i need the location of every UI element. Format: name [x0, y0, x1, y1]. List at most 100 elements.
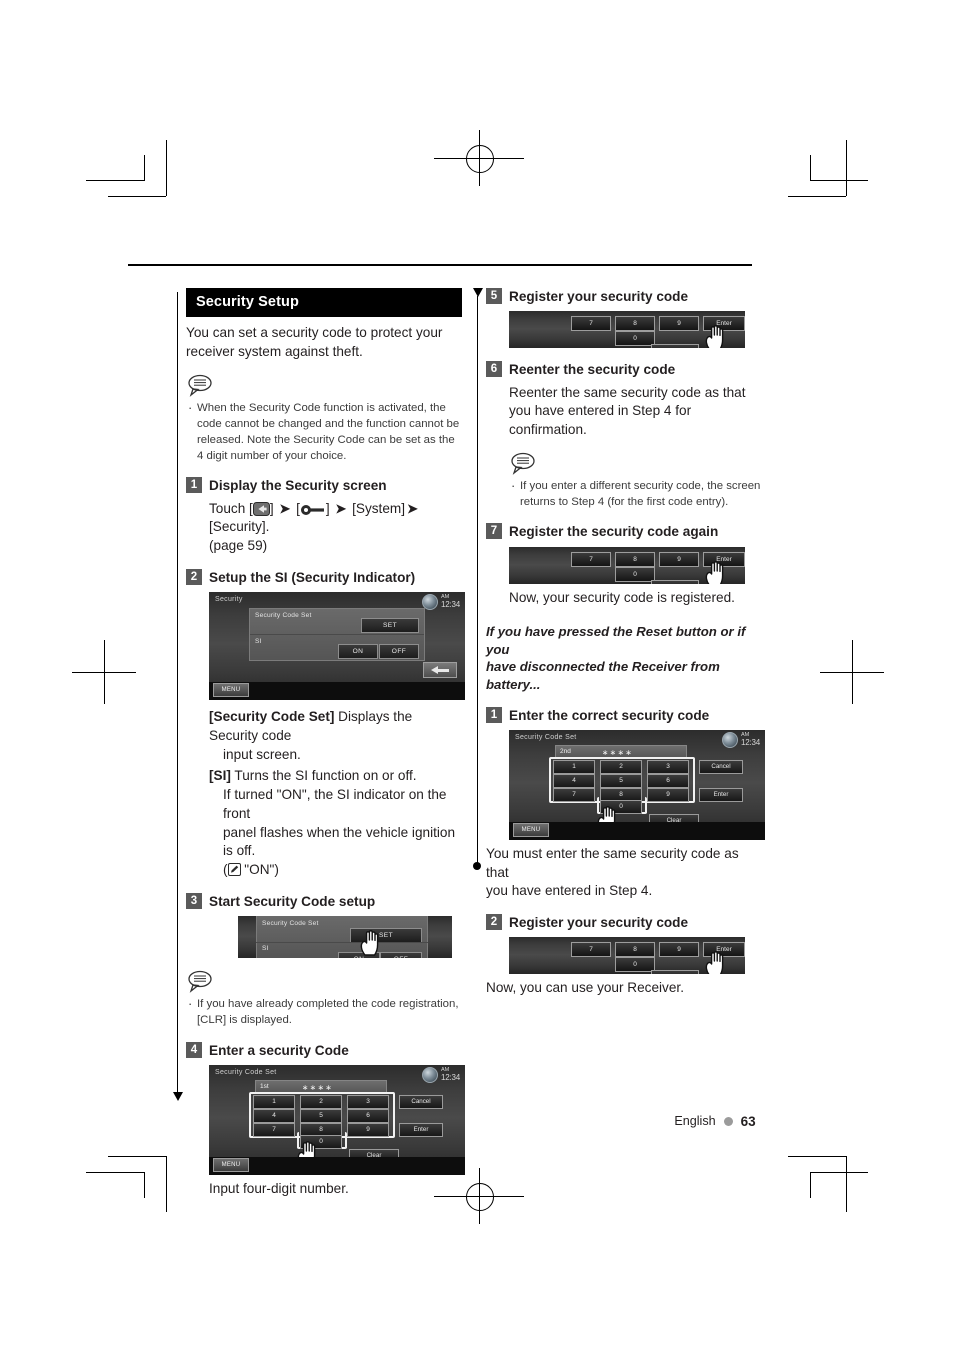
paren-close: "ON") [240, 862, 279, 878]
left-column: Security Setup You can set a security co… [186, 288, 465, 1199]
note-list: When the Security Code function is activ… [186, 399, 462, 465]
footer-dot-icon [723, 1116, 733, 1126]
default-pencil-icon [227, 863, 241, 877]
note-block-step6: If you enter a different security code, … [509, 451, 762, 510]
back-arrow-icon [252, 501, 270, 516]
note-block-step3: If you have already completed the code r… [186, 969, 462, 1028]
si-off-button[interactable]: OFF [379, 644, 419, 660]
keypad-key[interactable]: 8 [615, 551, 655, 567]
left-column-flow-arrow [173, 1092, 183, 1101]
hand-pointer-icon [358, 928, 384, 956]
keypad-key[interactable]: 4 [553, 773, 595, 788]
keypad-key-zero[interactable]: 0 [615, 331, 655, 347]
page-title: Security Setup [186, 288, 462, 317]
step-7-caption: Now, your security code is registered. [509, 589, 735, 605]
screen-clock: AM 12:34 [421, 1066, 460, 1083]
clear-button-partial[interactable] [651, 970, 699, 975]
page-reference: (page 59) [209, 538, 268, 554]
step-number-badge: 6 [486, 361, 502, 378]
right-column-flow-arrow [473, 288, 483, 297]
return-arrow-icon[interactable] [423, 662, 457, 679]
entry-order-label: 2nd [560, 747, 571, 755]
reset-block-heading: If you have pressed the Reset button or … [486, 623, 762, 693]
note-item: When the Security Code function is activ… [186, 399, 462, 465]
note-bubble-icon [186, 969, 216, 994]
keypad-key[interactable]: 3 [347, 1094, 389, 1109]
row-label: Security Code Set [255, 612, 312, 620]
note-bubble-icon [186, 373, 216, 397]
reset-heading-line-1: If you have pressed the Reset button or … [486, 624, 746, 657]
menu-button[interactable]: MENU [513, 822, 549, 837]
step-2-heading: 2 Setup the SI (Security Indicator) [186, 568, 462, 586]
keypad-key[interactable]: 9 [647, 787, 689, 802]
keypad-key[interactable]: 8 [615, 316, 655, 332]
step-title: Register your security code [509, 915, 689, 931]
keypad-key[interactable]: 6 [647, 773, 689, 788]
enter-strip-screenshot-reset: 7 8 9 0 Enter [509, 937, 745, 975]
entry-masked-value: ∗∗∗∗ [602, 747, 634, 757]
enter-strip-screenshot-5: 7 8 9 0 Enter [509, 311, 745, 349]
keypad-key[interactable]: 9 [659, 942, 699, 958]
step-number-badge: 5 [486, 288, 502, 304]
keypad-key[interactable]: 2 [300, 1094, 342, 1109]
keypad-key[interactable]: 1 [553, 759, 595, 774]
screen-clock: AM 12:34 [421, 594, 460, 611]
step-4-caption: Input four-digit number. [209, 1180, 349, 1196]
keypad-key[interactable]: 7 [553, 787, 595, 802]
si-off-button[interactable]: OFF [380, 952, 422, 959]
step-5-heading: 5 Register your security code [486, 288, 762, 305]
step-number-badge: 1 [486, 706, 502, 723]
security-code-set-row: Security Code Set SET [250, 609, 424, 636]
step-title: Enter the correct security code [509, 707, 710, 723]
step-title: Reenter the security code [509, 362, 676, 378]
step-6-heading: 6 Reenter the security code [486, 361, 762, 378]
step-3-heading: 3 Start Security Code setup [186, 892, 462, 910]
menu-button[interactable]: MENU [213, 683, 249, 698]
si-on-button[interactable]: ON [338, 644, 378, 660]
globe-icon [421, 1066, 438, 1083]
keypad-key-zero[interactable]: 0 [615, 566, 655, 582]
caption-line-2: you have entered in Step 4. [486, 883, 653, 899]
keypad-key[interactable]: 1 [253, 1094, 295, 1109]
step-6-body: Reenter the same security code as that y… [509, 384, 746, 438]
definition-security-code-set: [Security Code Set] Displays the Securit… [209, 708, 462, 764]
keypad-key[interactable]: 7 [571, 551, 611, 567]
keypad-key[interactable]: 3 [647, 759, 689, 774]
keypad-key[interactable]: 7 [571, 316, 611, 332]
set-button[interactable]: SET [361, 618, 419, 634]
step-title: Setup the SI (Security Indicator) [209, 569, 416, 585]
step-1-heading: 1 Display the Security screen [186, 477, 462, 494]
touch-system-label: [System] [352, 500, 405, 516]
definition-desc: Turns the SI function on or off. [230, 768, 417, 784]
clear-button-partial[interactable] [651, 579, 699, 584]
keypad-key[interactable]: 5 [600, 773, 642, 788]
cancel-button[interactable]: Cancel [699, 759, 743, 774]
keypad-key-zero[interactable]: 0 [615, 957, 655, 973]
touch-prefix-text: Touch [ [209, 500, 253, 516]
note-block-intro: When the Security Code function is activ… [186, 373, 462, 465]
menu-button[interactable]: MENU [213, 1157, 249, 1172]
setup-wrench-icon [300, 503, 326, 515]
screen-title: Security Code Set [515, 733, 577, 741]
reset-heading-line-2: have disconnected the Receiver from batt… [486, 659, 720, 692]
caption-line-1: You must enter the same security code as… [486, 845, 739, 880]
enter-strip-screenshot-7: 7 8 9 0 Enter [509, 546, 745, 584]
keypad-key[interactable]: 9 [659, 551, 699, 567]
screen-clock: AM 12:34 [721, 731, 760, 748]
keypad-key[interactable]: 2 [600, 759, 642, 774]
hand-pointer-icon [703, 949, 729, 975]
step-number-badge: 2 [186, 568, 202, 585]
definition-desc-2: If turned "ON", the SI indicator on the … [223, 787, 447, 821]
definition-term: [SI] [209, 768, 231, 784]
clear-button-partial[interactable] [651, 344, 699, 349]
keypad-key[interactable]: 7 [571, 942, 611, 958]
cancel-button[interactable]: Cancel [399, 1094, 443, 1109]
step-title: Start Security Code setup [209, 893, 376, 909]
step-7-heading: 7 Register the security code again [486, 523, 762, 540]
footer-language: English [674, 1114, 716, 1128]
keypad-key[interactable]: 9 [659, 316, 699, 332]
keypad-key[interactable]: 8 [615, 942, 655, 958]
step-title: Register your security code [509, 289, 689, 304]
enter-button[interactable]: Enter [699, 787, 743, 802]
security-screen-screenshot: Security AM 12:34 Security Code Set SET … [209, 592, 465, 701]
